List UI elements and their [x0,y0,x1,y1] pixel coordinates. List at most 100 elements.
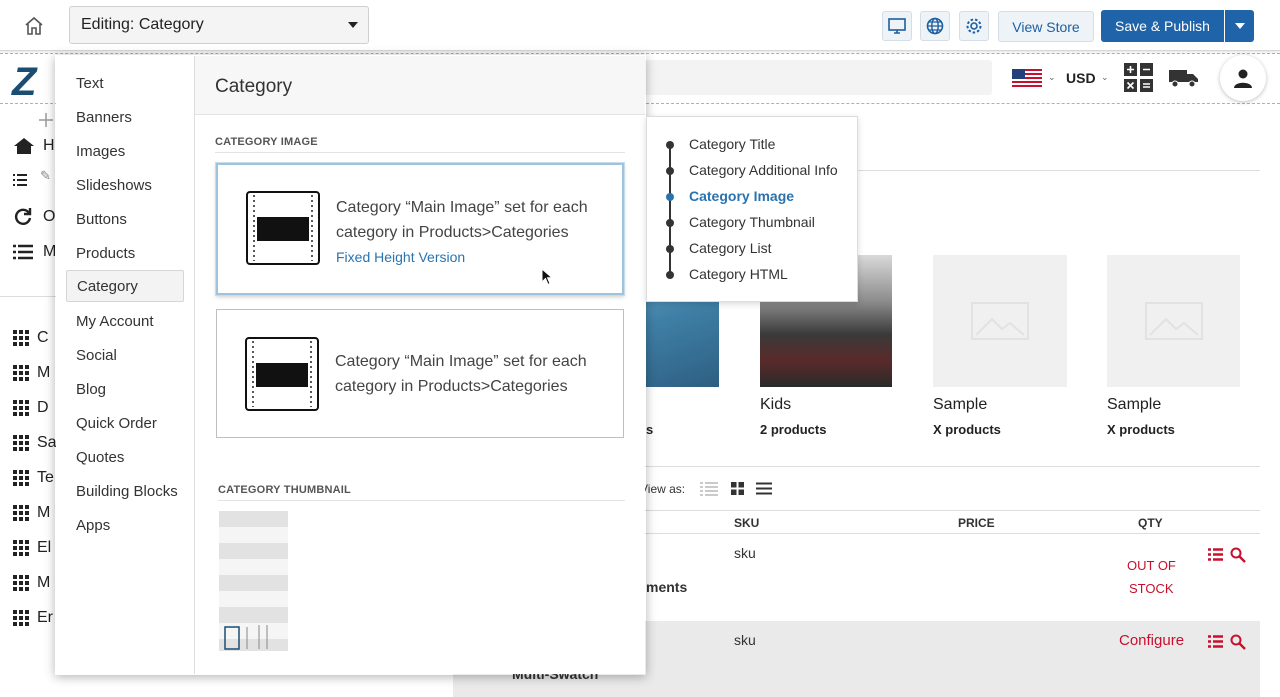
menu-item-blog[interactable]: Blog [66,373,184,405]
submenu-item-category-image[interactable]: Category Image [689,188,794,204]
refresh-icon [14,208,32,225]
column-header-price[interactable]: PRICE [958,516,995,530]
editing-dropdown[interactable]: Editing: Category [69,6,369,44]
grid-icon [13,505,29,521]
block-options-pane: Category CATEGORY IMAGE Category “Main I… [195,56,645,674]
save-options-dropdown[interactable] [1225,10,1254,42]
left-nav-item[interactable]: D [13,399,49,417]
store-search-input[interactable] [640,60,992,95]
section-divider [218,500,625,501]
details-list-icon[interactable] [1208,548,1223,561]
menu-item-social[interactable]: Social [66,339,184,371]
grid-view-icon[interactable] [731,482,744,495]
list-icon[interactable] [13,173,27,192]
menu-item-quotes[interactable]: Quotes [66,441,184,473]
row-product-name[interactable]: ments [646,579,687,595]
left-nav-item[interactable]: M [13,243,56,261]
left-nav-item[interactable]: C [13,329,49,347]
menu-item-apps[interactable]: Apps [66,509,184,541]
category-image[interactable] [1107,255,1240,387]
submenu-item-category-html[interactable]: Category HTML [689,266,788,282]
section-divider [855,170,1260,171]
mouse-cursor-icon [541,268,553,286]
menu-item-banners[interactable]: Banners [66,101,184,133]
timeline-dot [666,245,674,253]
submenu-item-category-thumbnail[interactable]: Category Thumbnail [689,214,815,230]
truck-icon[interactable] [1168,66,1200,90]
add-icon[interactable] [38,112,54,133]
menu-item-category[interactable]: Category [66,270,184,302]
user-account-icon[interactable] [1220,55,1266,101]
compact-list-view-icon[interactable] [700,482,718,496]
left-nav-label: H [43,137,55,154]
desktop-preview-icon[interactable] [882,11,912,41]
left-nav-item[interactable]: Sa [13,434,57,452]
category-name[interactable]: Sample [933,396,987,414]
menu-item-images[interactable]: Images [66,135,184,167]
left-nav-item[interactable]: M [13,364,50,382]
column-header-qty[interactable]: QTY [1138,516,1163,530]
gear-icon[interactable] [959,11,989,41]
option-description: category in Products>Categories [336,224,569,241]
search-icon[interactable] [1230,547,1246,563]
category-count: s [646,422,654,437]
category-image[interactable] [933,255,1067,387]
view-store-button[interactable]: View Store [998,11,1094,42]
timeline-dot [666,271,674,279]
menu-item-my-account[interactable]: My Account [66,305,184,337]
currency-selector[interactable]: USD [1066,70,1096,86]
menu-item-products[interactable]: Products [66,237,184,269]
left-nav-item[interactable]: M [13,504,50,522]
search-icon[interactable] [1230,634,1246,650]
menu-item-building-blocks[interactable]: Building Blocks [66,475,184,507]
left-nav-label: M [37,574,51,591]
menu-item-slideshows[interactable]: Slideshows [66,169,184,201]
grid-icon [13,330,29,346]
grid-icon [13,540,29,556]
menu-item-quick-order[interactable]: Quick Order [66,407,184,439]
left-nav-item[interactable]: El [13,539,51,557]
category-count: X products [933,422,1001,437]
home-icon [14,138,34,154]
list-view-icon[interactable] [756,482,772,495]
section-divider [215,152,625,153]
category-name[interactable]: Sample [1107,396,1161,414]
save-publish-button[interactable]: Save & Publish [1101,10,1224,42]
left-nav-item[interactable]: Er [13,609,53,627]
left-nav-item[interactable]: M [13,574,50,592]
left-nav-item[interactable]: O [13,207,55,227]
submenu-item-category-title[interactable]: Category Title [689,136,775,152]
left-nav-item[interactable]: Te [13,469,54,487]
menu-item-buttons[interactable]: Buttons [66,203,184,235]
us-flag-icon[interactable] [1012,69,1042,87]
grid-icon [13,575,29,591]
edit-icon[interactable]: ✎ [40,168,51,184]
thumbnail-preview-icon [224,625,268,650]
grid-icon [13,435,29,451]
configure-link[interactable]: Configure [1119,632,1184,649]
store-logo[interactable]: Z [12,60,36,105]
row-sku: sku [734,545,756,561]
category-count: 2 products [760,422,827,437]
category-name[interactable]: Kids [760,396,791,414]
menu-item-text[interactable]: Text [66,67,184,99]
category-image-option-fixed-height[interactable]: Category “Main Image” set for each categ… [216,163,624,295]
globe-icon[interactable] [920,11,950,41]
calculator-icon[interactable] [1124,63,1153,92]
option-description: Category “Main Image” set for each [335,353,587,370]
left-nav-item[interactable]: H [13,137,55,155]
details-list-icon[interactable] [1208,635,1223,648]
left-nav-label: El [37,539,52,556]
block-category-menu: Text Banners Images Slideshows Buttons P… [56,56,195,674]
category-thumbnail-option[interactable] [219,511,288,651]
grid-icon [13,610,29,626]
category-image-option[interactable]: Category “Main Image” set for each categ… [216,309,624,438]
submenu-item-category-additional-info[interactable]: Category Additional Info [689,162,838,178]
editing-dropdown-label: Editing: Category [81,16,204,33]
timeline-dot [666,167,674,175]
option-description: Category “Main Image” set for each [336,199,588,216]
category-blocks-submenu: Category Title Category Additional Info … [646,116,858,302]
home-icon[interactable] [18,12,50,40]
submenu-item-category-list[interactable]: Category List [689,240,771,256]
column-header-sku[interactable]: SKU [734,516,759,530]
